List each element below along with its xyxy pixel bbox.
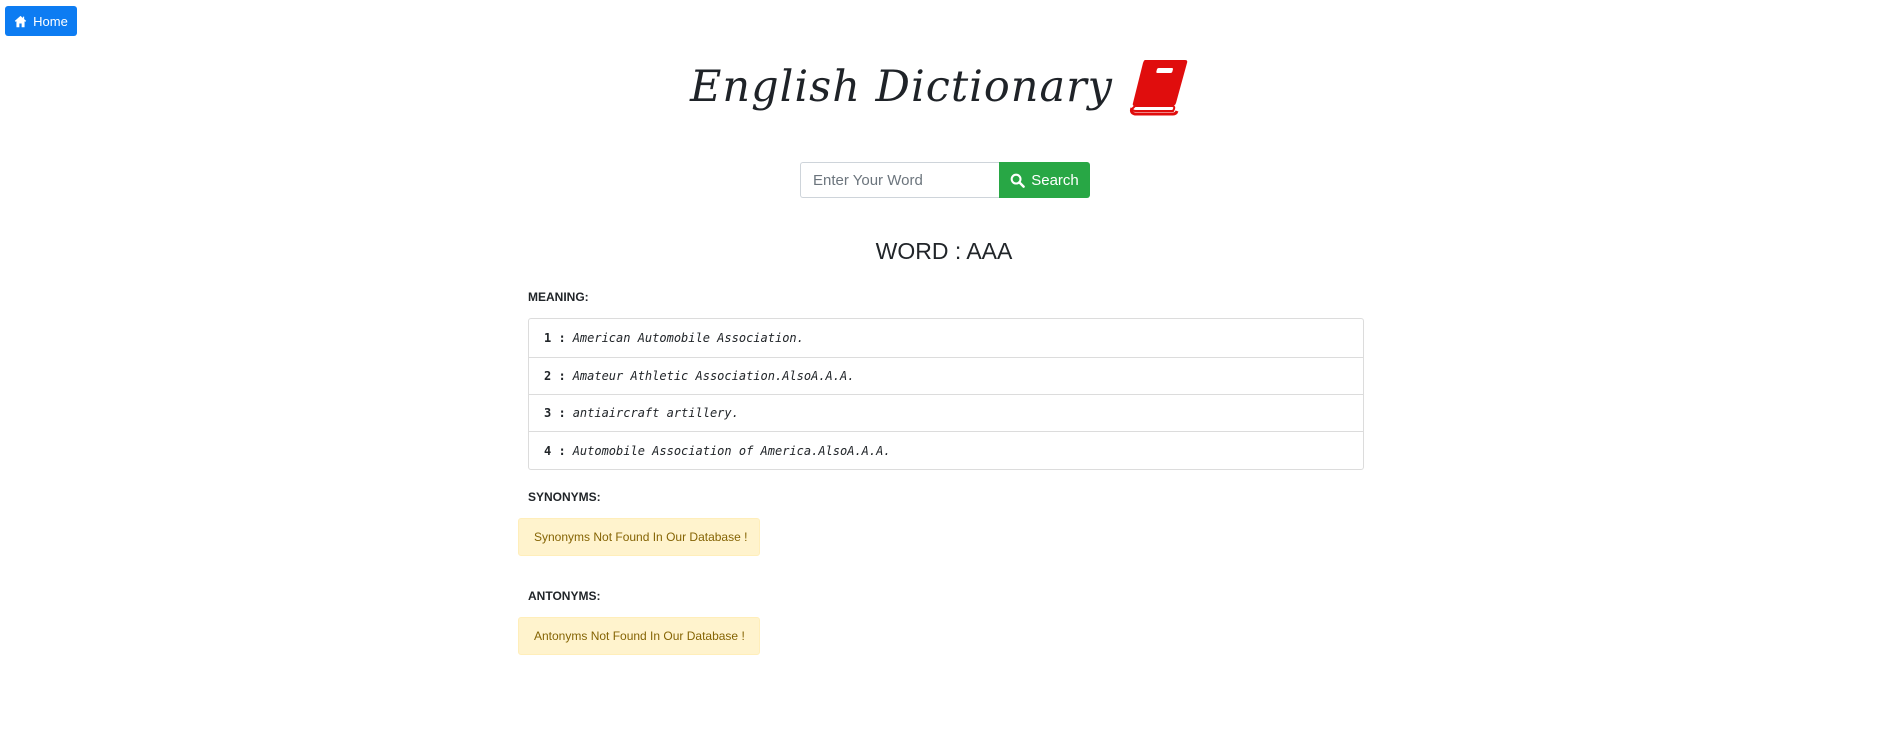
search-form: Search — [800, 162, 1090, 198]
search-button[interactable]: Search — [999, 162, 1090, 198]
list-item: 2 : Amateur Athletic Association.AlsoA.A… — [529, 358, 1363, 395]
meaning-list: 1 : American Automobile Association. 2 :… — [528, 318, 1364, 470]
list-item: 4 : Automobile Association of America.Al… — [529, 432, 1363, 469]
search-input[interactable] — [800, 162, 999, 198]
word-heading: WORD : AAA — [875, 238, 1013, 264]
synonyms-label: SYNONYMS: — [528, 490, 601, 504]
antonyms-alert: Antonyms Not Found In Our Database ! — [518, 617, 760, 655]
meaning-text: Amateur Athletic Association.AlsoA.A.A. — [572, 369, 855, 383]
meaning-text: antiaircraft artillery. — [572, 406, 739, 420]
meaning-number: 2 : — [544, 369, 566, 383]
meaning-number: 1 : — [544, 331, 566, 345]
book-icon — [1129, 60, 1188, 116]
antonyms-label: ANTONYMS: — [528, 589, 601, 603]
meaning-text: American Automobile Association. — [572, 331, 804, 345]
list-item: 3 : antiaircraft artillery. — [529, 395, 1363, 432]
search-button-label: Search — [1031, 171, 1079, 189]
meaning-number: 4 : — [544, 443, 566, 458]
meaning-number: 3 : — [544, 406, 566, 420]
meaning-label: MEANING: — [528, 290, 589, 304]
home-button-label: Home — [33, 13, 68, 29]
page-title: English Dictionary — [690, 61, 1113, 112]
search-icon — [1010, 173, 1026, 188]
meaning-text: Automobile Association of America.AlsoA.… — [572, 443, 891, 458]
home-button[interactable]: Home — [5, 6, 77, 36]
synonyms-alert: Synonyms Not Found In Our Database ! — [518, 518, 760, 556]
list-item: 1 : American Automobile Association. — [529, 319, 1363, 358]
home-icon — [14, 15, 27, 27]
page-header: English Dictionary — [0, 58, 1879, 116]
